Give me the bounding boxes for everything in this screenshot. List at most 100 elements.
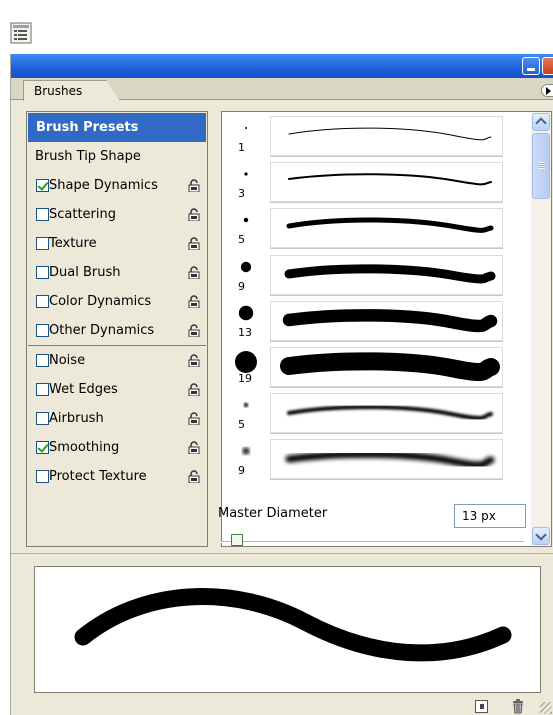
lock-icon[interactable] xyxy=(188,412,200,425)
option-checkbox[interactable] xyxy=(36,383,49,396)
brush-preset-item[interactable]: 3 xyxy=(226,160,532,206)
brush-size-label: 3 xyxy=(238,187,245,201)
brush-preset-item[interactable]: 19 xyxy=(226,345,532,391)
brush-stroke-thumbnail xyxy=(270,254,503,295)
option-item[interactable]: Dual Brush xyxy=(27,258,207,287)
option-item[interactable]: Color Dynamics xyxy=(27,287,207,316)
master-diameter-slider-thumb[interactable] xyxy=(231,534,243,546)
brush-stroke xyxy=(284,263,496,284)
option-item[interactable]: Protect Texture xyxy=(27,462,207,491)
scroll-up-button[interactable] xyxy=(532,113,550,131)
close-button[interactable] xyxy=(542,57,553,75)
brush-tip-shape-item[interactable]: Brush Tip Shape xyxy=(27,142,207,171)
brush-tip-dot xyxy=(242,447,250,455)
scroll-down-button[interactable] xyxy=(532,527,550,545)
brush-stroke-thumbnail xyxy=(270,393,503,434)
option-checkbox[interactable] xyxy=(36,179,49,192)
tab-brushes[interactable]: Brushes xyxy=(23,80,120,101)
option-label: Scattering xyxy=(49,207,117,222)
minimize-button[interactable] xyxy=(522,57,540,75)
option-item[interactable]: Scattering xyxy=(27,200,207,229)
option-label: Color Dynamics xyxy=(49,294,152,309)
brush-size-label: 13 xyxy=(238,325,252,339)
panel-menu-button[interactable] xyxy=(541,84,553,97)
brush-size-label: 5 xyxy=(238,233,245,247)
brush-stroke-thumbnail xyxy=(270,116,503,156)
lock-icon[interactable] xyxy=(188,324,200,337)
master-diameter-field[interactable]: 13 px xyxy=(454,504,526,528)
option-item[interactable]: Texture xyxy=(27,229,207,258)
brushes-panel: Brushes Brush Presets Brush Tip Shape Sh… xyxy=(10,54,553,715)
brush-tip-dot xyxy=(243,402,249,408)
brush-tip-dot xyxy=(240,261,252,272)
brush-preset-item[interactable]: 9 xyxy=(226,252,532,299)
lock-icon[interactable] xyxy=(188,179,200,192)
brush-stroke xyxy=(288,127,492,141)
brush-size-label: 19 xyxy=(238,372,252,385)
option-item[interactable]: Noise xyxy=(27,346,207,375)
option-checkbox[interactable] xyxy=(36,237,49,250)
lock-icon[interactable] xyxy=(188,441,200,454)
option-label: Airbrush xyxy=(49,411,104,426)
lock-icon[interactable] xyxy=(188,295,200,308)
option-item[interactable]: Wet Edges xyxy=(27,375,207,404)
tab-row: Brushes xyxy=(11,78,553,101)
option-label: Smoothing xyxy=(49,440,120,455)
lock-icon[interactable] xyxy=(188,470,200,483)
brush-tip-dot xyxy=(245,127,247,129)
option-item[interactable]: Other Dynamics xyxy=(27,316,207,345)
brush-presets-list: 1 3 5 9 13 19 5 9 xyxy=(221,111,552,547)
brush-presets-item[interactable]: Brush Presets xyxy=(28,113,206,142)
brush-preset-item[interactable]: 13 xyxy=(226,298,532,345)
option-label: Other Dynamics xyxy=(49,323,155,338)
brush-stroke xyxy=(288,173,492,186)
lock-icon[interactable] xyxy=(188,383,200,396)
brush-tip-dot xyxy=(244,172,248,176)
brush-stroke xyxy=(285,451,495,469)
brush-list-scrollbar[interactable] xyxy=(531,112,551,546)
brush-tip-dot xyxy=(238,305,254,320)
lock-icon[interactable] xyxy=(188,237,200,250)
brush-tip-shape-label: Brush Tip Shape xyxy=(35,149,141,164)
brush-stroke-thumbnail xyxy=(270,347,503,387)
trash-icon[interactable] xyxy=(511,699,525,714)
option-checkbox[interactable] xyxy=(36,266,49,279)
option-item[interactable]: Shape Dynamics xyxy=(27,171,207,200)
option-label: Dual Brush xyxy=(49,265,121,280)
option-checkbox[interactable] xyxy=(36,354,49,367)
brush-stroke xyxy=(282,308,498,333)
option-checkbox[interactable] xyxy=(36,412,49,425)
lock-icon[interactable] xyxy=(188,266,200,279)
brush-tip-dot xyxy=(235,351,257,373)
brush-preset-item[interactable]: 5 xyxy=(226,391,532,437)
option-checkbox[interactable] xyxy=(36,295,49,308)
lock-icon[interactable] xyxy=(188,354,200,367)
master-diameter-slider-track[interactable] xyxy=(221,541,524,543)
brush-size-label: 9 xyxy=(238,464,245,478)
scroll-thumb[interactable] xyxy=(532,133,550,199)
option-item[interactable]: Airbrush xyxy=(27,404,207,433)
option-label: Wet Edges xyxy=(49,382,118,397)
brush-tip-thumbnail: 5 xyxy=(226,206,270,250)
panel-list-icon[interactable] xyxy=(10,22,32,44)
brush-stroke-thumbnail xyxy=(270,439,503,480)
option-checkbox[interactable] xyxy=(36,324,49,337)
option-checkbox[interactable] xyxy=(36,470,49,483)
new-brush-icon[interactable] xyxy=(475,700,488,713)
brush-stroke xyxy=(287,405,493,421)
bottom-toolbar xyxy=(11,698,553,715)
brush-tip-thumbnail: 3 xyxy=(226,160,270,204)
preview-stroke xyxy=(74,588,512,662)
option-item[interactable]: Smoothing xyxy=(27,433,207,462)
brush-preset-item[interactable]: 9 xyxy=(226,437,532,483)
panel-titlebar[interactable] xyxy=(11,54,553,78)
brush-preset-item[interactable]: 1 xyxy=(226,114,532,160)
brush-stroke-thumbnail xyxy=(270,208,503,249)
option-checkbox[interactable] xyxy=(36,441,49,454)
lock-icon[interactable] xyxy=(188,208,200,221)
brush-preset-item[interactable]: 5 xyxy=(226,206,532,252)
option-checkbox[interactable] xyxy=(36,208,49,221)
brush-size-label: 9 xyxy=(238,279,245,293)
resize-grip[interactable] xyxy=(540,702,552,714)
option-label: Texture xyxy=(49,236,97,251)
